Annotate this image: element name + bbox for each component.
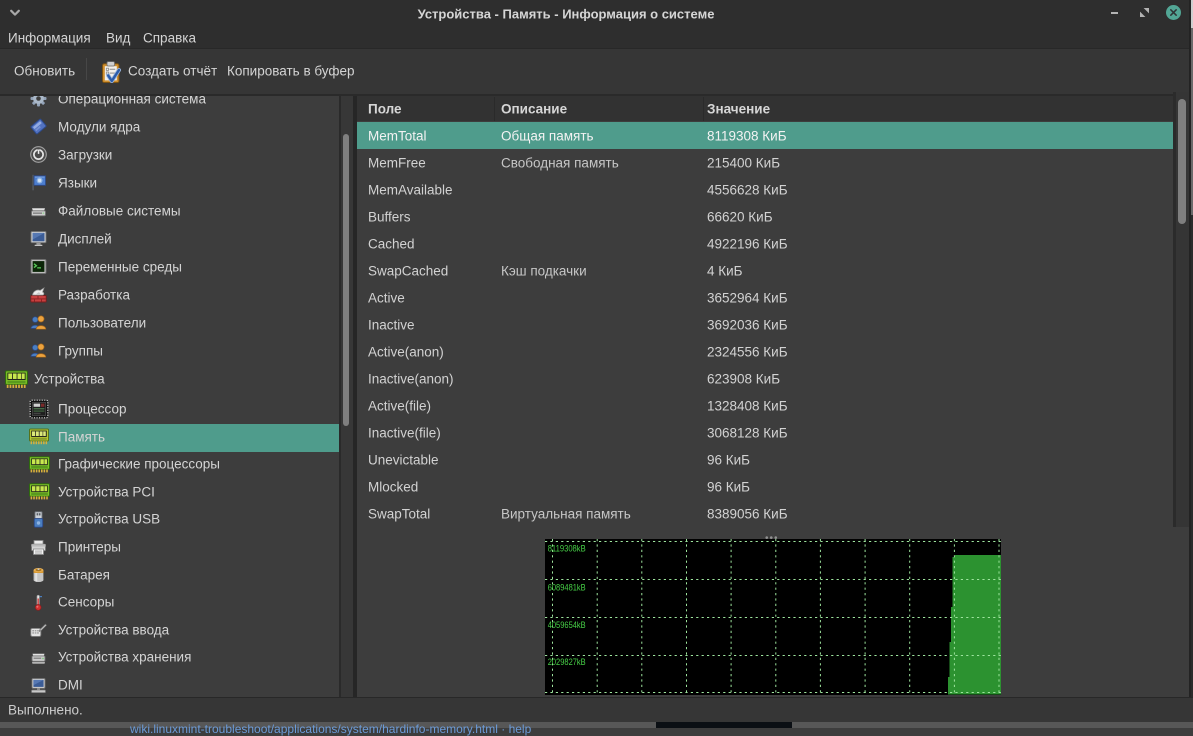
svg-text:4059654kB: 4059654kB [548,620,586,631]
svg-text:8119308kB: 8119308kB [548,543,586,554]
svg-text:6089481kB: 6089481kB [548,582,586,593]
svg-text:2029827kB: 2029827kB [548,657,586,668]
